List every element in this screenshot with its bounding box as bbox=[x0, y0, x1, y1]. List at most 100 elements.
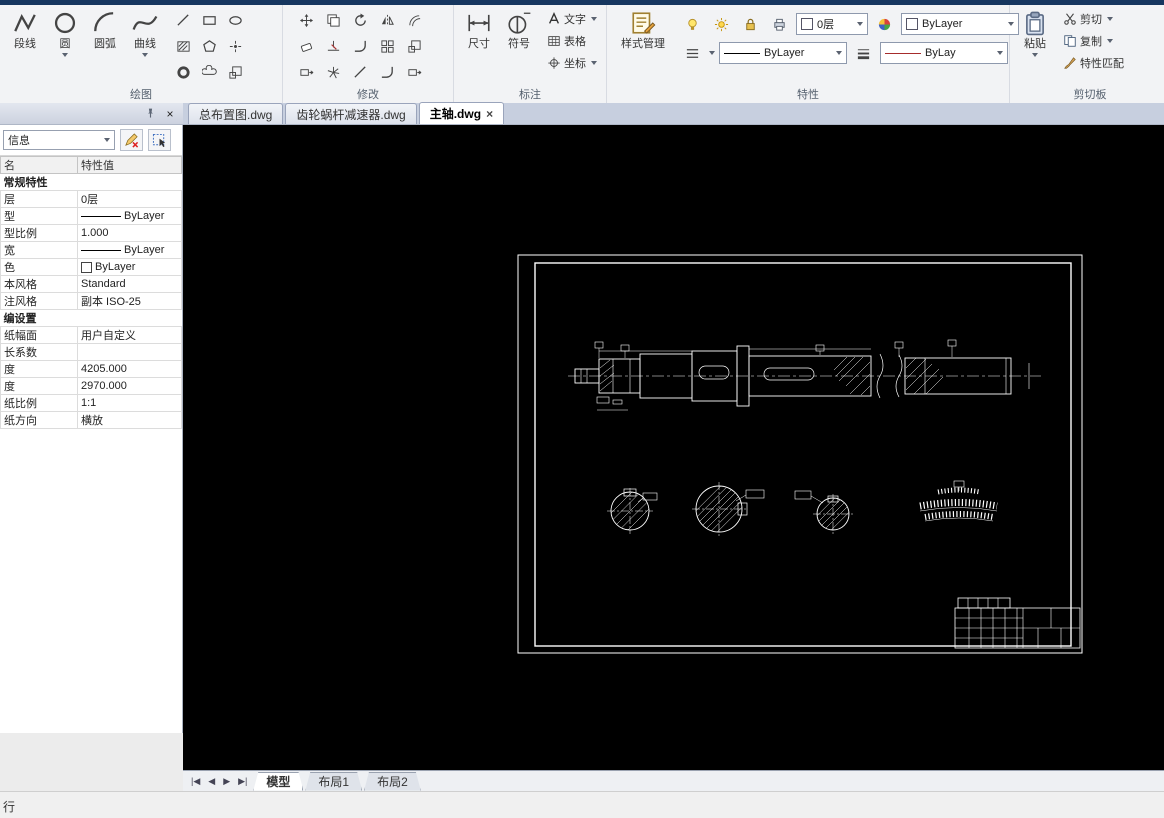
layer-plot-toggle[interactable] bbox=[767, 12, 792, 36]
layer-on-toggle[interactable] bbox=[680, 12, 705, 36]
offset-icon bbox=[409, 14, 421, 27]
arc-label: 圆弧 bbox=[94, 38, 116, 50]
modify-mirror-tool[interactable] bbox=[375, 8, 400, 32]
pin-icon bbox=[146, 108, 154, 119]
next-page-button[interactable]: ▶ bbox=[219, 772, 234, 790]
tab-layout1[interactable]: 布局1 bbox=[305, 772, 362, 791]
arc-tool[interactable]: 圆弧 bbox=[85, 8, 125, 51]
paste-button[interactable]: 粘贴 bbox=[1015, 8, 1055, 57]
layer-lock-toggle[interactable] bbox=[738, 12, 763, 36]
modify-join-tool[interactable] bbox=[375, 60, 400, 84]
copy-button[interactable]: 复制 bbox=[1059, 30, 1128, 52]
property-value[interactable] bbox=[77, 343, 182, 361]
drawing-canvas[interactable] bbox=[183, 125, 1164, 770]
property-value[interactable]: 用户自定义 bbox=[77, 326, 182, 344]
prev-page-button[interactable]: ◀ bbox=[204, 772, 219, 790]
property-section-row: 编设置 bbox=[0, 309, 182, 327]
doc-tab-gear-reducer[interactable]: 齿轮蜗杆减速器.dwg bbox=[285, 103, 417, 124]
coordinate-tool[interactable]: 坐标 bbox=[543, 52, 601, 74]
modify-rotate-tool[interactable] bbox=[348, 8, 373, 32]
properties-group-label: 特性 bbox=[797, 89, 819, 101]
symbol-tool[interactable]: 符号 bbox=[499, 8, 539, 51]
close-icon[interactable]: × bbox=[486, 108, 493, 120]
property-value[interactable]: 4205.000 bbox=[77, 360, 182, 378]
modify-move-tool[interactable] bbox=[294, 8, 319, 32]
modify-explode-tool[interactable] bbox=[321, 60, 346, 84]
match-properties-button[interactable]: 特性匹配 bbox=[1059, 52, 1128, 74]
last-page-button[interactable]: ▶| bbox=[234, 772, 251, 790]
circle-tool[interactable]: 圆 bbox=[45, 8, 85, 57]
cut-button[interactable]: 剪切 bbox=[1059, 8, 1128, 30]
paste-label: 粘贴 bbox=[1024, 38, 1046, 50]
chevron-down-icon bbox=[857, 22, 863, 26]
property-value[interactable]: 1:1 bbox=[77, 394, 182, 412]
property-value[interactable]: 2970.000 bbox=[77, 377, 182, 395]
modify-group-label: 修改 bbox=[357, 89, 379, 101]
table-tool[interactable]: 表格 bbox=[543, 30, 601, 52]
annotate-stack: 文字 表格 坐标 bbox=[543, 8, 601, 74]
point-tool[interactable] bbox=[223, 34, 248, 58]
doc-tab-label: 主轴.dwg bbox=[429, 107, 482, 121]
linetype-dropdown[interactable]: ByLayer bbox=[719, 42, 847, 64]
property-value[interactable]: ByLayer bbox=[77, 258, 182, 276]
property-value[interactable]: Standard bbox=[77, 275, 182, 293]
spline-tool[interactable]: 曲线 bbox=[125, 8, 165, 57]
palette-close-button[interactable]: × bbox=[163, 107, 177, 121]
modify-scale-tool[interactable] bbox=[402, 34, 427, 58]
line-tool[interactable] bbox=[171, 8, 196, 32]
region-tool[interactable] bbox=[223, 60, 248, 84]
explode-icon bbox=[327, 65, 340, 79]
layer-dropdown[interactable]: 0层 bbox=[796, 13, 868, 35]
tab-layout2[interactable]: 布局2 bbox=[364, 772, 421, 791]
lengthen-icon bbox=[408, 68, 422, 76]
modify-fillet-tool[interactable] bbox=[348, 34, 373, 58]
select-objects-button[interactable] bbox=[148, 129, 171, 151]
dimension-tool[interactable]: 尺寸 bbox=[459, 8, 499, 51]
hatch-tool[interactable] bbox=[171, 34, 196, 58]
dimension-label: 尺寸 bbox=[468, 38, 490, 50]
polygon-tool[interactable] bbox=[197, 34, 222, 58]
arc-icon bbox=[94, 12, 115, 33]
style-manager-button[interactable]: 样式管理 bbox=[612, 8, 674, 51]
modify-copy-tool[interactable] bbox=[321, 8, 346, 32]
property-value[interactable]: ByLayer bbox=[77, 241, 182, 259]
join-icon bbox=[381, 65, 393, 78]
text-tool[interactable]: 文字 bbox=[543, 8, 601, 30]
rectangle-tool[interactable] bbox=[197, 8, 222, 32]
revcloud-tool[interactable] bbox=[197, 60, 222, 84]
ribbon-group-modify: 修改 bbox=[283, 5, 454, 103]
tab-model[interactable]: 模型 bbox=[253, 772, 303, 791]
quick-select-button[interactable] bbox=[120, 129, 143, 151]
first-page-button[interactable]: |◀ bbox=[187, 772, 204, 790]
lineweight-button[interactable] bbox=[851, 41, 876, 65]
modify-erase-tool[interactable] bbox=[294, 34, 319, 58]
ellipse-tool[interactable] bbox=[223, 8, 248, 32]
doc-tab-main-shaft[interactable]: 主轴.dwg × bbox=[418, 102, 505, 124]
property-value[interactable]: 0层 bbox=[77, 190, 182, 208]
polyline-tool[interactable]: 段线 bbox=[5, 8, 45, 51]
document-tab-row: × 总布置图.dwg 齿轮蜗杆减速器.dwg 主轴.dwg × bbox=[0, 102, 1164, 125]
modify-trim-tool[interactable] bbox=[321, 34, 346, 58]
layer-thaw-toggle[interactable] bbox=[709, 12, 734, 36]
property-value[interactable]: 1.000 bbox=[77, 224, 182, 242]
lineweight-dropdown[interactable]: ByLay bbox=[880, 42, 1008, 64]
modify-break-tool[interactable] bbox=[348, 60, 373, 84]
property-value[interactable]: 横放 bbox=[77, 411, 182, 429]
property-value[interactable]: 副本 ISO-25 bbox=[77, 292, 182, 310]
palette-pin-button[interactable] bbox=[143, 107, 157, 121]
polyline-icon bbox=[14, 13, 36, 33]
modify-array-tool[interactable] bbox=[375, 34, 400, 58]
color-wheel-button[interactable] bbox=[872, 12, 897, 36]
color-dropdown[interactable]: ByLayer bbox=[901, 13, 1019, 35]
polyline-label: 段线 bbox=[14, 38, 36, 50]
modify-offset-tool[interactable] bbox=[402, 8, 427, 32]
donut-tool[interactable] bbox=[171, 60, 196, 84]
doc-tab-general-layout[interactable]: 总布置图.dwg bbox=[188, 103, 284, 124]
table-row: 注风格 副本 ISO-25 bbox=[0, 292, 182, 310]
modify-stretch-tool[interactable] bbox=[294, 60, 319, 84]
ribbon: 段线 圆 圆弧 曲线 绘图 修改 尺寸 符号 文字 表格 坐标 标注 样式管理 … bbox=[0, 5, 1164, 104]
modify-lengthen-tool[interactable] bbox=[402, 60, 427, 84]
property-value[interactable]: ByLayer bbox=[77, 207, 182, 225]
list-menu-button[interactable] bbox=[680, 41, 705, 65]
selection-dropdown[interactable]: 信息 bbox=[3, 130, 115, 150]
